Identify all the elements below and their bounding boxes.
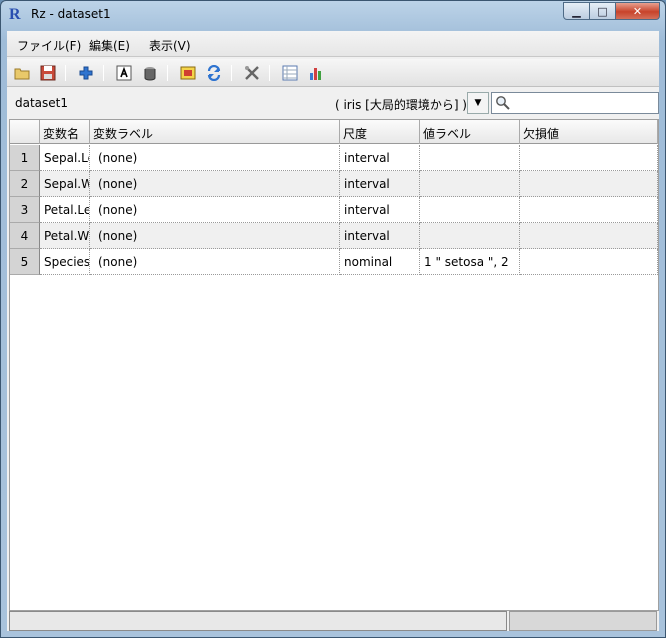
app-window: R Rz - dataset1 ▁ □ ✕ ファイル(F) 編集(E) 表示(V… [0, 0, 666, 638]
status-bar [7, 611, 659, 631]
variable-name-cell[interactable]: Species [40, 249, 90, 275]
value-label-cell[interactable] [420, 197, 520, 223]
toolbar-separator [231, 65, 232, 81]
variable-label-cell[interactable]: (none) [90, 145, 340, 171]
toolbar-separator [103, 65, 104, 81]
row-number[interactable]: 5 [10, 249, 40, 275]
toolbar-separator [269, 65, 270, 81]
menu-edit[interactable]: 編集(E) [89, 37, 130, 54]
value-label-cell[interactable] [420, 171, 520, 197]
r-app-icon: R [9, 6, 21, 23]
scale-cell[interactable]: interval [340, 145, 420, 171]
search-input[interactable] [491, 92, 659, 114]
table-header: 変数名 変数ラベル 尺度 値ラベル 欠損値 [10, 120, 658, 144]
open-button[interactable] [13, 64, 31, 82]
value-label-cell[interactable]: 1 " setosa ", 2 [420, 249, 520, 275]
menu-file[interactable]: ファイル(F) [17, 37, 81, 54]
chart-icon [310, 68, 321, 80]
client-area: ファイル(F) 編集(E) 表示(V) dataset1 (iris [大局的… [7, 31, 659, 631]
import-icon [180, 66, 196, 80]
missing-value-cell[interactable] [520, 223, 658, 249]
variable-label-cell[interactable]: (none) [90, 249, 340, 275]
text-label-icon [116, 65, 132, 81]
window-title: Rz - dataset1 [31, 7, 111, 21]
variable-name-cell[interactable]: Petal.Length [40, 197, 90, 223]
chevron-down-icon: ▼ [474, 98, 482, 108]
header-scale[interactable]: 尺度 [340, 120, 420, 144]
text-label-button[interactable] [115, 64, 133, 82]
add-variable-icon [79, 66, 93, 80]
tools-button[interactable] [243, 64, 261, 82]
close-icon: ✕ [632, 4, 643, 18]
variable-label-cell[interactable]: (none) [90, 171, 340, 197]
status-message [9, 611, 507, 631]
missing-value-cell[interactable] [520, 171, 658, 197]
import-button[interactable] [179, 64, 197, 82]
menu-bar: ファイル(F) 編集(E) 表示(V) [7, 31, 659, 57]
variable-name-cell[interactable]: Sepal.Length [40, 145, 90, 171]
add-variable-button[interactable] [77, 64, 95, 82]
minimize-button[interactable]: ▁ [563, 2, 590, 20]
toolbar [7, 59, 659, 87]
scale-cell[interactable]: nominal [340, 249, 420, 275]
table-row[interactable]: 2 Sepal.Width (none) interval [10, 171, 658, 197]
variable-label-cell[interactable]: (none) [90, 197, 340, 223]
maximize-button[interactable]: □ [590, 2, 616, 20]
menu-view[interactable]: 表示(V) [149, 37, 191, 54]
row-number[interactable]: 2 [10, 171, 40, 197]
value-label-cell[interactable] [420, 145, 520, 171]
row-number[interactable]: 3 [10, 197, 40, 223]
tools-icon [245, 66, 259, 80]
variable-name-cell[interactable]: Sepal.Width [40, 171, 90, 197]
delete-icon [144, 67, 156, 81]
variable-name-cell[interactable]: Petal.Width [40, 223, 90, 249]
scale-cell[interactable]: interval [340, 171, 420, 197]
missing-value-cell[interactable] [520, 249, 658, 275]
dataset-name: dataset1 [15, 96, 69, 110]
refresh-icon [207, 65, 221, 81]
title-bar[interactable]: R Rz - dataset1 ▁ □ ✕ [1, 1, 665, 29]
header-row-number [10, 120, 40, 144]
chart-button[interactable] [307, 64, 325, 82]
header-variable-name[interactable]: 変数名 [40, 120, 90, 144]
status-progress [509, 611, 657, 631]
table-row[interactable]: 5 Species (none) nominal 1 " setosa ", 2 [10, 249, 658, 275]
variable-label-cell[interactable]: (none) [90, 223, 340, 249]
header-missing-value[interactable]: 欠損値 [520, 120, 658, 144]
scale-cell[interactable]: interval [340, 223, 420, 249]
scale-cell[interactable]: interval [340, 197, 420, 223]
toolbar-separator [167, 65, 168, 81]
minimize-icon: ▁ [572, 4, 581, 18]
missing-value-cell[interactable] [520, 197, 658, 223]
open-icon [14, 68, 30, 80]
toolbar-separator [65, 65, 66, 81]
window-controls: ▁ □ ✕ [563, 2, 660, 20]
variable-table: 変数名 変数ラベル 尺度 値ラベル 欠損値 1 Sepal.Length (no… [9, 119, 659, 611]
table-button[interactable] [281, 64, 299, 82]
search-icon [496, 96, 510, 110]
close-button[interactable]: ✕ [616, 2, 660, 20]
header-value-label[interactable]: 値ラベル [420, 120, 520, 144]
dataset-dropdown-button[interactable]: ▼ [467, 92, 489, 114]
table-icon [282, 65, 298, 81]
table-row[interactable]: 3 Petal.Length (none) interval [10, 197, 658, 223]
header-variable-label[interactable]: 変数ラベル [90, 120, 340, 144]
table-row[interactable]: 4 Petal.Width (none) interval [10, 223, 658, 249]
refresh-button[interactable] [205, 64, 223, 82]
dataset-selector: dataset1 ( iris [大局的環境から] ) ▼ [7, 89, 659, 117]
row-number[interactable]: 4 [10, 223, 40, 249]
table-row[interactable]: 1 Sepal.Length (none) interval [10, 145, 658, 171]
maximize-icon: □ [597, 4, 608, 18]
delete-button[interactable] [141, 64, 159, 82]
dataset-environment[interactable]: ( iris [大局的環境から] ) [335, 96, 467, 113]
row-number[interactable]: 1 [10, 145, 40, 171]
missing-value-cell[interactable] [520, 145, 658, 171]
save-icon [40, 65, 56, 81]
value-label-cell[interactable] [420, 223, 520, 249]
save-button[interactable] [39, 64, 57, 82]
